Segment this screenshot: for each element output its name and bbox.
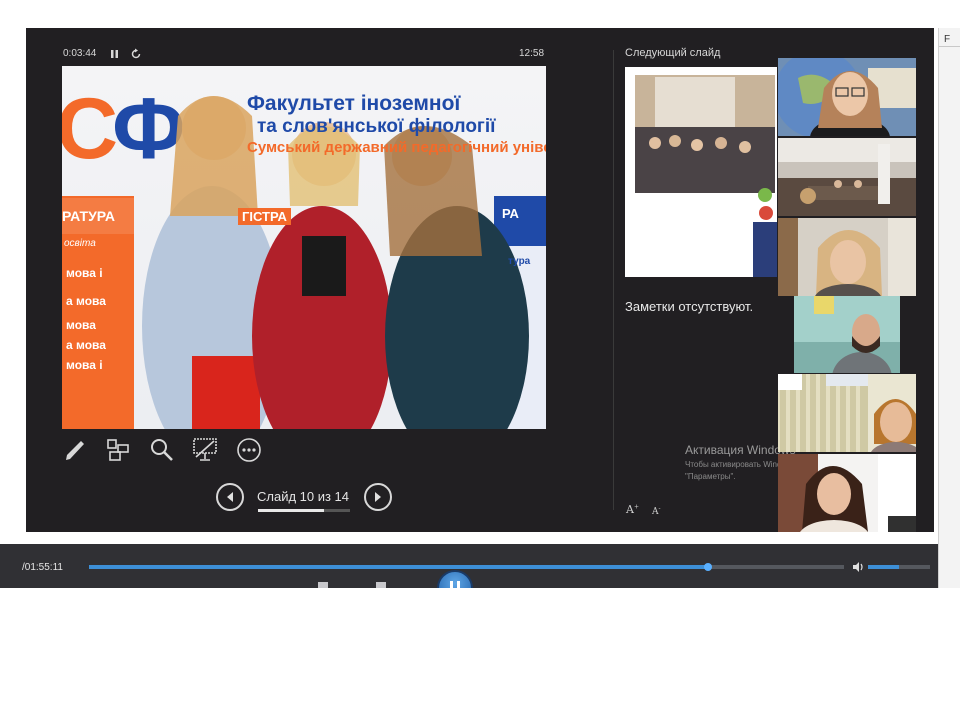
edge-letter: F — [944, 34, 951, 45]
see-all-slides-icon[interactable] — [105, 437, 131, 463]
chevron-right-icon — [375, 492, 381, 502]
increase-font-button[interactable]: A+ — [626, 503, 639, 516]
banner-left-heading: РАТУРА — [62, 208, 115, 224]
elapsed-timer: 0:03:44 — [63, 48, 97, 59]
previous-slide-button[interactable] — [216, 483, 244, 511]
slide-title-line2: та слов'янської філології — [257, 116, 496, 137]
pane-divider[interactable] — [613, 50, 614, 510]
slide-title-line3: Сумський державний педагогічний універси… — [247, 139, 546, 156]
chevron-left-icon — [227, 492, 233, 502]
participant-video-tile[interactable] — [778, 374, 916, 452]
participant-video-tile[interactable] — [794, 296, 900, 373]
next-slide-preview[interactable] — [625, 67, 777, 277]
banner-left-item: мова і — [66, 358, 103, 372]
pause-timer-icon[interactable] — [110, 47, 120, 65]
banner-right-sub: тура — [508, 256, 531, 267]
decrease-font-button[interactable]: A- — [652, 505, 661, 517]
banner-mid-heading: ГІСТРА — [238, 208, 291, 225]
zoom-icon[interactable] — [149, 437, 175, 463]
svg-text:С: С — [62, 81, 118, 177]
volume-icon[interactable] — [852, 560, 864, 578]
playback-time: /01:55:11 — [22, 562, 63, 573]
seek-bar-fill — [89, 565, 709, 569]
slide-counter: Слайд 10 из 14 — [256, 489, 350, 504]
volume-slider-fill — [868, 565, 899, 569]
banner-left-sub: освіта — [64, 238, 96, 249]
participant-video-tile[interactable] — [778, 138, 916, 216]
banner-left-item: мова — [66, 318, 96, 332]
banner-left-item: а мова — [66, 294, 106, 308]
banner-left-item: мова і — [66, 266, 103, 280]
background-window-edge: F — [938, 28, 960, 588]
black-screen-icon[interactable] — [192, 437, 218, 463]
pen-icon[interactable] — [62, 437, 88, 463]
restart-timer-icon[interactable] — [130, 47, 142, 65]
more-options-icon[interactable] — [236, 437, 262, 463]
next-slide-label: Следующий слайд — [625, 47, 721, 59]
participant-video-tile[interactable] — [778, 218, 916, 296]
clock: 12:58 — [519, 48, 545, 59]
next-slide-button[interactable] — [364, 483, 392, 511]
participant-video-tile[interactable] — [778, 454, 916, 532]
activation-watermark-line2: "Параметры". — [685, 472, 736, 481]
participant-video-tile[interactable] — [778, 58, 916, 136]
slide-title-line1: Факультет іноземної — [247, 92, 461, 115]
blank-area — [0, 588, 960, 720]
current-slide: С Ф Факультет іноземної та слов'янської … — [62, 66, 546, 429]
banner-left-item: а мова — [66, 338, 106, 352]
speaker-notes: Заметки отсутствуют. — [625, 299, 754, 314]
slide-progress-fill — [258, 509, 325, 512]
banner-right-heading: РА — [502, 206, 519, 221]
